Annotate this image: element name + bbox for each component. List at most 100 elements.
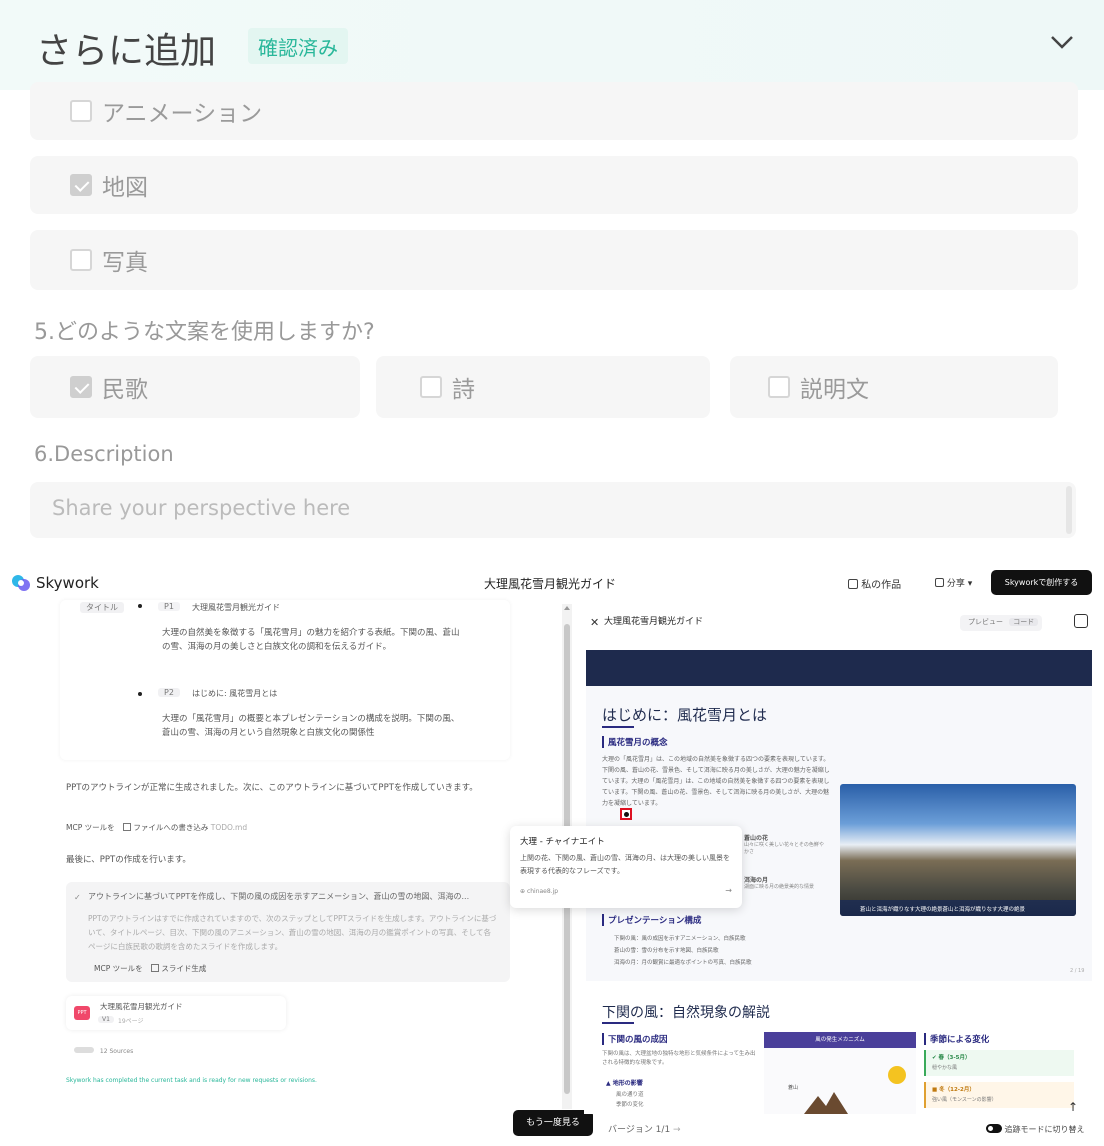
checkbox-map[interactable] — [70, 174, 92, 196]
scroll-up-arrow-icon[interactable] — [564, 606, 570, 610]
tool-call-action: ファイルへの書き込み — [133, 823, 209, 832]
tab-code[interactable]: コード — [1009, 618, 1039, 626]
slide3-title-underline — [602, 1022, 634, 1024]
cause-subheading-label: 地形の影響 — [612, 1080, 643, 1087]
season-heading: 季節による変化 — [924, 1033, 989, 1045]
sources-link[interactable]: 12 Sources — [74, 1047, 133, 1055]
slide2-title-underline — [602, 726, 634, 728]
tooltip-source[interactable]: ⊕ chinae8.jp — [520, 888, 558, 895]
file-version: V1 — [98, 1016, 114, 1023]
sources-icon — [74, 1047, 94, 1053]
option-animation[interactable]: アニメーション — [30, 82, 1078, 140]
description-placeholder: Share your perspective here — [52, 496, 351, 520]
outline-p1-title: 大理風花雪月観光ガイド — [192, 603, 280, 612]
ppt-file-icon: PPT — [74, 1006, 90, 1020]
assistant-message-2: 最後に、PPTの作成を行います。 — [66, 855, 191, 865]
tool-call-2[interactable]: MCP ツールを スライド生成 — [94, 963, 206, 974]
tool-call-label: MCP ツールを — [66, 823, 115, 832]
share-icon — [935, 578, 944, 587]
bullet-icon — [138, 604, 142, 608]
option-label: 民歌 — [102, 377, 148, 403]
slide-header-bar — [586, 650, 1092, 686]
outline-tag-title: タイトル — [80, 602, 124, 613]
mountain-label: 蒼山 — [788, 1085, 799, 1091]
tab-preview[interactable]: プレビュー — [964, 618, 1007, 626]
checkbox-photo[interactable] — [70, 249, 92, 271]
tool-call-1[interactable]: MCP ツールを ファイルへの書き込み TODO.md — [66, 822, 247, 833]
skywork-logo-icon — [10, 572, 32, 594]
my-works-link[interactable]: 私の作品 — [848, 576, 901, 591]
sun-icon — [888, 1066, 906, 1084]
pres-item: 蒼山の雪：雪の分布を示す地図、白族民歌 — [614, 948, 719, 954]
outline-p2-desc: 大理の「風花雪月」の概要と本プレゼンテーションの構成を説明。下関の風、蒼山の雪、… — [162, 714, 460, 738]
toggle-switch-icon — [986, 1124, 1002, 1133]
tooltip-source-label: chinae8.jp — [526, 888, 559, 895]
file-write-icon — [123, 823, 132, 831]
share-button[interactable]: 分享 ▾ — [935, 576, 972, 589]
download-icon[interactable] — [1074, 614, 1088, 628]
side-card-moon-text: 湖面に映る月の絶景美的な情景 — [744, 884, 815, 890]
diagram-title: 風の発生メカニズム — [764, 1032, 916, 1048]
my-works-label: 私の作品 — [861, 580, 902, 591]
outline-p2-title: はじめに: 風花雪月とは — [192, 689, 278, 698]
winter-label: ■ 冬（12-2月） — [932, 1087, 975, 1093]
section-title: さらに追加 — [36, 31, 217, 72]
slide2-page-number: 2 / 19 — [1070, 968, 1085, 974]
view-again-button[interactable]: もう一度見る — [513, 1110, 593, 1136]
wind-diagram: 風の発生メカニズム 蒼山 — [764, 1032, 916, 1114]
pres-item: 洱海の月：月の観賞に最適なポイントの写真、白族民歌 — [614, 960, 752, 966]
question-6: 6.Description — [34, 442, 174, 466]
tooltip-open-arrow-icon[interactable]: → — [725, 886, 732, 895]
checkbox-poem[interactable] — [420, 376, 442, 398]
cause-subheading: ▲ 地形の影響 — [606, 1080, 643, 1087]
option-map[interactable]: 地図 — [30, 156, 1078, 214]
citation-tooltip[interactable]: 大理 - チャイナエイト 上関の花、下関の風、蒼山の雪、洱海の月、は大理の美しい… — [510, 826, 742, 908]
cause-text: 下関の風は、大理盆地の独特な地形と気候条件によって生み出される特徴的な現象です。 — [602, 1051, 756, 1066]
winter-text: 強い風（モンスーンの影響） — [932, 1097, 997, 1103]
slide2-title: はじめに：風花雪月とは — [602, 706, 768, 724]
create-with-skywork-button[interactable]: Skyworkで創作する — [991, 570, 1092, 595]
tracking-mode-label: 追跡モードに切り替え — [1004, 1125, 1085, 1134]
citation-marker[interactable] — [620, 808, 632, 820]
tool-call-action: スライド生成 — [161, 964, 207, 973]
tool-call-label: MCP ツールを — [94, 964, 143, 973]
checkbox-folksong[interactable] — [70, 376, 92, 398]
input-scrollbar[interactable] — [1066, 486, 1072, 534]
collapse-chevron-icon[interactable] — [1050, 34, 1074, 50]
scroll-top-arrow-icon[interactable]: ↑ — [1068, 1100, 1078, 1114]
mountain-icon — [804, 1092, 848, 1114]
outline-p1-desc: 大理の自然美を象徴する「風花雪月」の魅力を紹介する表紙。下関の風、蒼山の雪、洱海… — [162, 628, 460, 652]
tool-call-file: TODO.md — [210, 823, 248, 832]
outline-p2-num: P2 — [158, 688, 180, 697]
landscape-photo: 蒼山と洱海が織りなす大理の絶景蒼山と洱海が織りなす大理の絶景 — [840, 784, 1076, 916]
checkbox-animation[interactable] — [70, 100, 92, 122]
option-description-text[interactable]: 説明文 — [730, 356, 1058, 418]
option-label: 説明文 — [800, 377, 869, 403]
version-indicator[interactable]: バージョン 1/1 → — [608, 1122, 681, 1135]
close-preview-icon[interactable]: ✕ — [590, 616, 599, 629]
option-photo[interactable]: 写真 — [30, 230, 1078, 290]
option-folksong[interactable]: 民歌 — [30, 356, 360, 418]
share-label: 分享 — [946, 579, 965, 589]
tracking-mode-toggle[interactable]: 追跡モードに切り替え — [986, 1124, 1085, 1135]
slide3-title: 下関の風：自然現象の解説 — [602, 1005, 770, 1021]
description-input[interactable]: Share your perspective here — [30, 482, 1076, 538]
task-status: Skywork has completed the current task a… — [66, 1077, 317, 1084]
tooltip-title: 大理 - チャイナエイト — [520, 837, 605, 847]
assistant-message-1: PPTのアウトラインが正常に生成されました。次に、このアウトラインに基づいてPP… — [66, 783, 478, 793]
works-icon — [848, 579, 858, 589]
preview-tabs: プレビュー コード — [960, 615, 1043, 631]
verified-badge: 確認済み — [248, 28, 348, 64]
concept-heading: 風花雪月の概念 — [602, 736, 668, 748]
cause-item: 風の通り道 — [616, 1092, 644, 1098]
question-5: 5.どのような文案を使用しますか? — [34, 320, 375, 345]
option-poem[interactable]: 詩 — [376, 356, 710, 418]
spring-text: 穏やかな風 — [932, 1065, 958, 1071]
outline-p1-num: P1 — [158, 602, 180, 611]
next-arrow-icon[interactable]: → — [673, 1125, 681, 1135]
checkbox-description-text[interactable] — [768, 376, 790, 398]
task-title: アウトラインに基づいてPPTを作成し、下関の風の成因を示すアニメーション、蒼山の… — [88, 892, 470, 901]
option-label: 詩 — [452, 377, 475, 403]
spring-label: ✔ 春（3-5月） — [932, 1055, 971, 1061]
season-spring-card: ✔ 春（3-5月） 穏やかな風 — [924, 1050, 1074, 1076]
